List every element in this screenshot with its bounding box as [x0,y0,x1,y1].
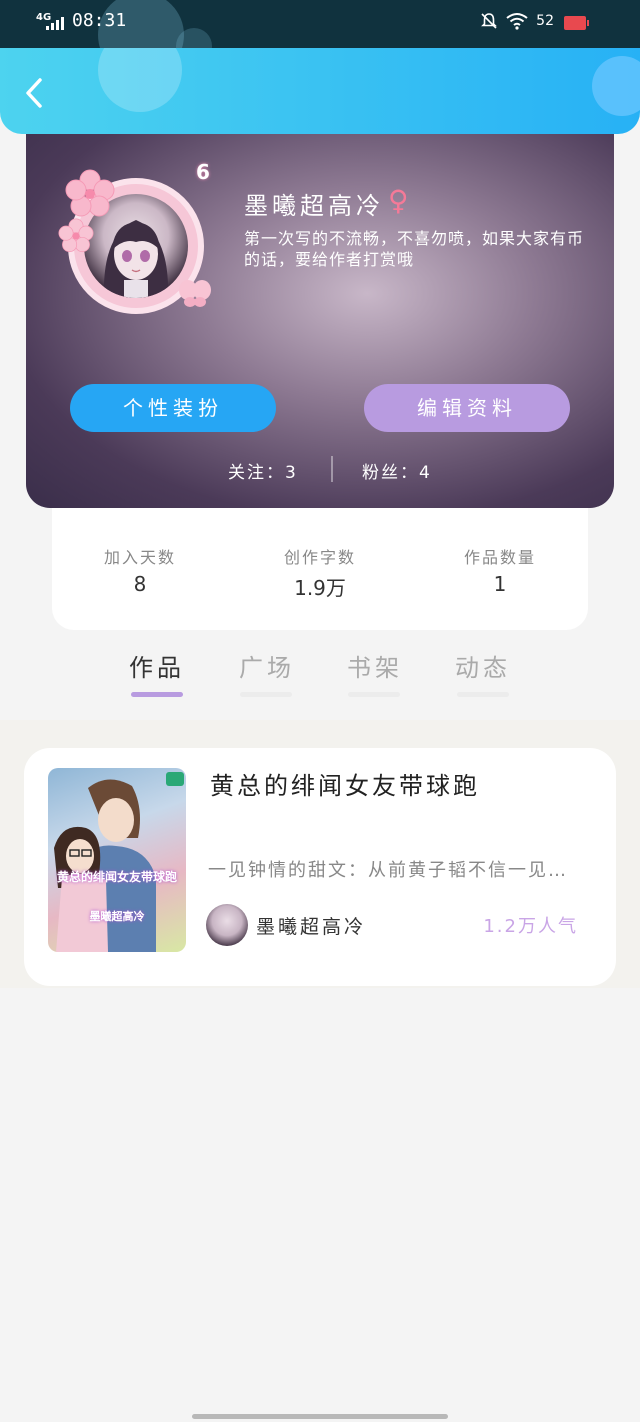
stat-value: 1.9万 [294,576,346,600]
stat-word-count: 创作字数 1.9万 [240,544,400,601]
stats-card: 加入天数 8 创作字数 1.9万 作品数量 1 [52,500,588,630]
decorative-bubble [98,48,182,112]
following-count[interactable]: 关注：3 [228,458,298,483]
tab-works[interactable]: 作品 [122,648,192,683]
stat-works-count: 作品数量 1 [420,544,580,596]
dress-up-button[interactable]: 个性装扮 [70,384,276,432]
tab-square[interactable]: 广场 [232,648,302,683]
work-card[interactable]: 黄总的绯闻女友带球跑 墨曦超高冷 黄总的绯闻女友带球跑 一见钟情的甜文：从前黄子… [24,748,616,986]
fans-value: 4 [419,463,432,483]
tab-indicator [240,692,292,697]
book-cover: 黄总的绯闻女友带球跑 墨曦超高冷 [48,768,186,952]
tab-bar: 作品 广场 书架 动态 [0,640,640,720]
stat-value: 1 [493,572,507,596]
tab-activity[interactable]: 动态 [448,648,518,683]
fans-label: 粉丝： [362,463,419,483]
username: 墨曦超高冷 [244,192,384,220]
following-value: 3 [285,463,298,483]
avatar[interactable]: 6 [56,160,216,326]
female-gender-icon: ♀ [388,184,409,217]
flower-icon [65,169,115,217]
status-bar: 4G 08:31 52 [0,0,640,48]
tab-indicator [131,692,183,697]
clock: 08:31 [72,10,127,31]
stat-label: 加入天数 [103,548,176,567]
tab-indicator [457,692,509,697]
battery-percent: 52 [536,13,554,29]
stat-label: 作品数量 [463,548,536,567]
user-bio: 第一次写的不流畅，不喜勿喷，如果大家有币的话，要给作者打赏哦 [244,229,585,269]
home-indicator[interactable] [192,1414,448,1419]
chevron-left-icon[interactable] [18,76,52,110]
cover-author-text: 墨曦超高冷 [89,910,145,923]
butterfly-icon [179,280,211,307]
stat-join-days: 加入天数 8 [60,544,220,596]
tab-bookshelf[interactable]: 书架 [340,648,410,683]
wifi-icon [506,13,528,30]
signal-icon [46,16,66,30]
battery-icon [564,16,589,30]
following-label: 关注： [228,463,285,483]
notification-off-icon [481,13,498,29]
cover-title-text: 黄总的绯闻女友带球跑 [56,870,177,884]
popularity-count: 1.2万人气 [483,916,578,937]
tab-indicator [348,692,400,697]
flower-icon [58,218,94,253]
fans-count[interactable]: 粉丝：4 [362,458,432,483]
level-badge: 6 [196,160,210,184]
stat-value: 8 [133,572,147,596]
follow-stats: 关注：3 粉丝：4 [26,456,614,484]
author-avatar [206,904,248,946]
divider [331,456,333,482]
work-title[interactable]: 黄总的绯闻女友带球跑 [210,766,480,801]
stat-label: 创作字数 [283,548,356,567]
work-summary: 一见钟情的甜文：从前黄子韬不信一见… [208,860,568,881]
author-name: 墨曦超高冷 [256,916,367,938]
profile-card: 6 墨曦超高冷 ♀ 第一次写的不流畅，不喜勿喷，如果大家有币的话，要给作者打赏哦… [26,118,614,508]
edit-profile-button[interactable]: 编辑资料 [364,384,570,432]
decorative-bubble [592,56,640,116]
app-header [0,48,640,134]
